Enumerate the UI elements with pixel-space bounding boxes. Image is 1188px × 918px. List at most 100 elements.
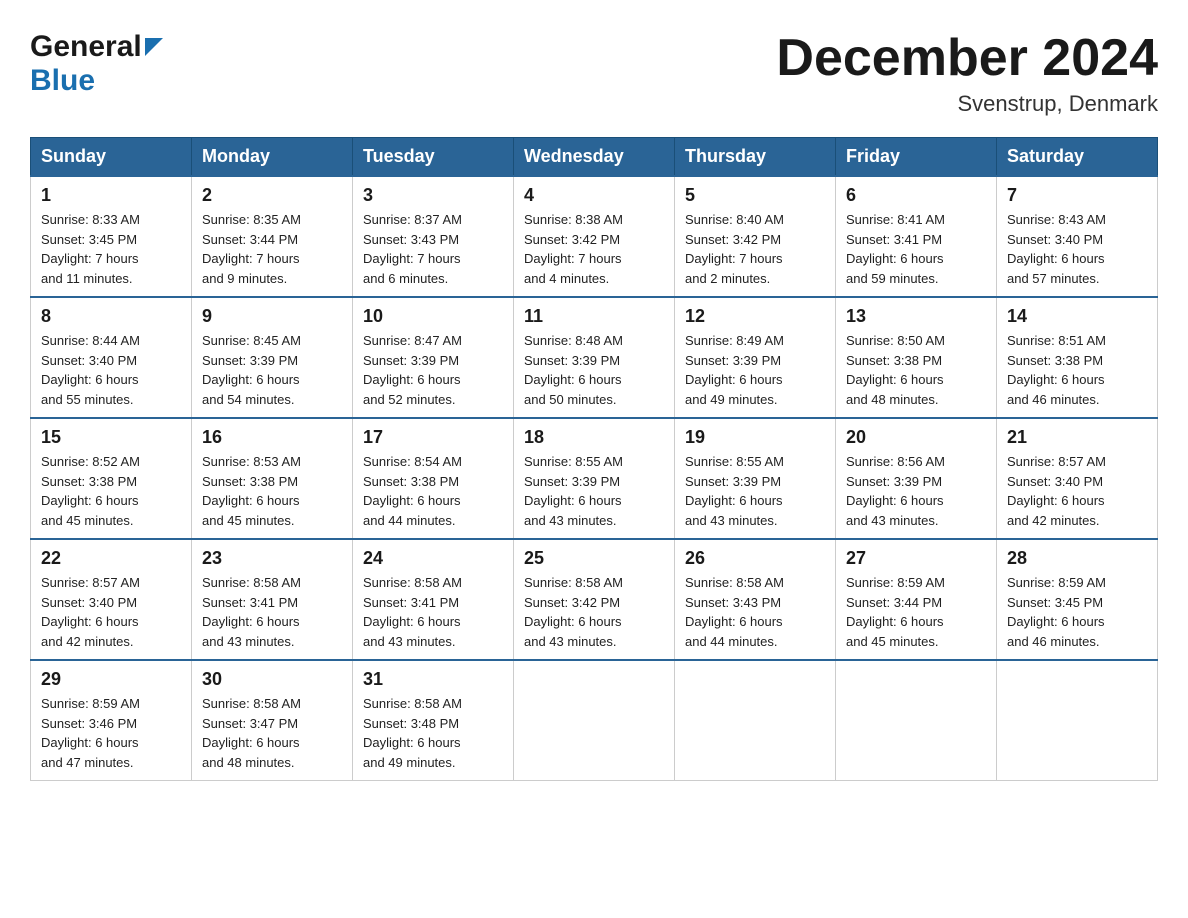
day-number: 31 [363,669,503,690]
day-number: 2 [202,185,342,206]
title-area: December 2024 Svenstrup, Denmark [776,30,1158,117]
calendar-day-cell [836,660,997,781]
day-number: 8 [41,306,181,327]
calendar-day-cell: 24 Sunrise: 8:58 AM Sunset: 3:41 PM Dayl… [353,539,514,660]
day-info: Sunrise: 8:41 AM Sunset: 3:41 PM Dayligh… [846,210,986,288]
calendar-day-cell: 4 Sunrise: 8:38 AM Sunset: 3:42 PM Dayli… [514,176,675,297]
calendar-day-cell: 9 Sunrise: 8:45 AM Sunset: 3:39 PM Dayli… [192,297,353,418]
day-info: Sunrise: 8:54 AM Sunset: 3:38 PM Dayligh… [363,452,503,530]
day-number: 21 [1007,427,1147,448]
day-number: 29 [41,669,181,690]
day-info: Sunrise: 8:57 AM Sunset: 3:40 PM Dayligh… [41,573,181,651]
calendar-day-cell: 25 Sunrise: 8:58 AM Sunset: 3:42 PM Dayl… [514,539,675,660]
calendar-day-cell: 27 Sunrise: 8:59 AM Sunset: 3:44 PM Dayl… [836,539,997,660]
logo-blue-text: Blue [30,64,95,97]
day-info: Sunrise: 8:49 AM Sunset: 3:39 PM Dayligh… [685,331,825,409]
day-number: 28 [1007,548,1147,569]
logo-arrow-icon [145,38,163,61]
calendar-day-cell: 3 Sunrise: 8:37 AM Sunset: 3:43 PM Dayli… [353,176,514,297]
calendar-day-cell [514,660,675,781]
day-info: Sunrise: 8:58 AM Sunset: 3:41 PM Dayligh… [202,573,342,651]
col-sunday: Sunday [31,138,192,177]
day-number: 3 [363,185,503,206]
day-info: Sunrise: 8:38 AM Sunset: 3:42 PM Dayligh… [524,210,664,288]
day-info: Sunrise: 8:53 AM Sunset: 3:38 PM Dayligh… [202,452,342,530]
calendar-day-cell: 29 Sunrise: 8:59 AM Sunset: 3:46 PM Dayl… [31,660,192,781]
location-subtitle: Svenstrup, Denmark [776,91,1158,117]
calendar-day-cell: 28 Sunrise: 8:59 AM Sunset: 3:45 PM Dayl… [997,539,1158,660]
calendar-day-cell: 10 Sunrise: 8:47 AM Sunset: 3:39 PM Dayl… [353,297,514,418]
day-number: 27 [846,548,986,569]
calendar-day-cell: 16 Sunrise: 8:53 AM Sunset: 3:38 PM Dayl… [192,418,353,539]
day-number: 16 [202,427,342,448]
calendar-day-cell: 19 Sunrise: 8:55 AM Sunset: 3:39 PM Dayl… [675,418,836,539]
col-friday: Friday [836,138,997,177]
calendar-day-cell: 31 Sunrise: 8:58 AM Sunset: 3:48 PM Dayl… [353,660,514,781]
day-number: 23 [202,548,342,569]
calendar-day-cell: 18 Sunrise: 8:55 AM Sunset: 3:39 PM Dayl… [514,418,675,539]
page-header: General Blue December 2024 Svenstrup, De… [30,30,1158,117]
day-info: Sunrise: 8:59 AM Sunset: 3:44 PM Dayligh… [846,573,986,651]
day-info: Sunrise: 8:58 AM Sunset: 3:41 PM Dayligh… [363,573,503,651]
calendar-header-row: Sunday Monday Tuesday Wednesday Thursday… [31,138,1158,177]
day-info: Sunrise: 8:45 AM Sunset: 3:39 PM Dayligh… [202,331,342,409]
day-number: 1 [41,185,181,206]
day-info: Sunrise: 8:37 AM Sunset: 3:43 PM Dayligh… [363,210,503,288]
calendar-day-cell: 1 Sunrise: 8:33 AM Sunset: 3:45 PM Dayli… [31,176,192,297]
day-info: Sunrise: 8:52 AM Sunset: 3:38 PM Dayligh… [41,452,181,530]
day-info: Sunrise: 8:50 AM Sunset: 3:38 PM Dayligh… [846,331,986,409]
calendar-day-cell: 5 Sunrise: 8:40 AM Sunset: 3:42 PM Dayli… [675,176,836,297]
calendar-week-row: 1 Sunrise: 8:33 AM Sunset: 3:45 PM Dayli… [31,176,1158,297]
col-thursday: Thursday [675,138,836,177]
calendar-day-cell [997,660,1158,781]
day-number: 14 [1007,306,1147,327]
day-number: 18 [524,427,664,448]
day-info: Sunrise: 8:58 AM Sunset: 3:48 PM Dayligh… [363,694,503,772]
day-info: Sunrise: 8:56 AM Sunset: 3:39 PM Dayligh… [846,452,986,530]
day-info: Sunrise: 8:55 AM Sunset: 3:39 PM Dayligh… [524,452,664,530]
day-info: Sunrise: 8:59 AM Sunset: 3:46 PM Dayligh… [41,694,181,772]
day-info: Sunrise: 8:44 AM Sunset: 3:40 PM Dayligh… [41,331,181,409]
day-number: 17 [363,427,503,448]
calendar-week-row: 15 Sunrise: 8:52 AM Sunset: 3:38 PM Dayl… [31,418,1158,539]
day-number: 11 [524,306,664,327]
day-info: Sunrise: 8:48 AM Sunset: 3:39 PM Dayligh… [524,331,664,409]
day-info: Sunrise: 8:47 AM Sunset: 3:39 PM Dayligh… [363,331,503,409]
day-info: Sunrise: 8:58 AM Sunset: 3:42 PM Dayligh… [524,573,664,651]
day-number: 20 [846,427,986,448]
calendar-day-cell: 2 Sunrise: 8:35 AM Sunset: 3:44 PM Dayli… [192,176,353,297]
calendar-day-cell: 14 Sunrise: 8:51 AM Sunset: 3:38 PM Dayl… [997,297,1158,418]
day-number: 6 [846,185,986,206]
calendar-day-cell: 17 Sunrise: 8:54 AM Sunset: 3:38 PM Dayl… [353,418,514,539]
logo-general-text: General [30,30,142,64]
calendar-week-row: 22 Sunrise: 8:57 AM Sunset: 3:40 PM Dayl… [31,539,1158,660]
day-number: 22 [41,548,181,569]
col-wednesday: Wednesday [514,138,675,177]
calendar-day-cell: 21 Sunrise: 8:57 AM Sunset: 3:40 PM Dayl… [997,418,1158,539]
logo: General Blue [30,30,163,98]
calendar-day-cell: 11 Sunrise: 8:48 AM Sunset: 3:39 PM Dayl… [514,297,675,418]
day-number: 7 [1007,185,1147,206]
day-number: 4 [524,185,664,206]
calendar-day-cell: 23 Sunrise: 8:58 AM Sunset: 3:41 PM Dayl… [192,539,353,660]
day-number: 30 [202,669,342,690]
calendar-week-row: 29 Sunrise: 8:59 AM Sunset: 3:46 PM Dayl… [31,660,1158,781]
day-info: Sunrise: 8:43 AM Sunset: 3:40 PM Dayligh… [1007,210,1147,288]
day-number: 24 [363,548,503,569]
col-saturday: Saturday [997,138,1158,177]
calendar-day-cell: 7 Sunrise: 8:43 AM Sunset: 3:40 PM Dayli… [997,176,1158,297]
day-number: 15 [41,427,181,448]
day-number: 19 [685,427,825,448]
calendar-week-row: 8 Sunrise: 8:44 AM Sunset: 3:40 PM Dayli… [31,297,1158,418]
day-info: Sunrise: 8:58 AM Sunset: 3:43 PM Dayligh… [685,573,825,651]
calendar-day-cell [675,660,836,781]
day-info: Sunrise: 8:51 AM Sunset: 3:38 PM Dayligh… [1007,331,1147,409]
calendar-table: Sunday Monday Tuesday Wednesday Thursday… [30,137,1158,781]
day-info: Sunrise: 8:35 AM Sunset: 3:44 PM Dayligh… [202,210,342,288]
day-info: Sunrise: 8:40 AM Sunset: 3:42 PM Dayligh… [685,210,825,288]
day-number: 5 [685,185,825,206]
day-info: Sunrise: 8:33 AM Sunset: 3:45 PM Dayligh… [41,210,181,288]
calendar-day-cell: 22 Sunrise: 8:57 AM Sunset: 3:40 PM Dayl… [31,539,192,660]
calendar-day-cell: 30 Sunrise: 8:58 AM Sunset: 3:47 PM Dayl… [192,660,353,781]
day-info: Sunrise: 8:57 AM Sunset: 3:40 PM Dayligh… [1007,452,1147,530]
